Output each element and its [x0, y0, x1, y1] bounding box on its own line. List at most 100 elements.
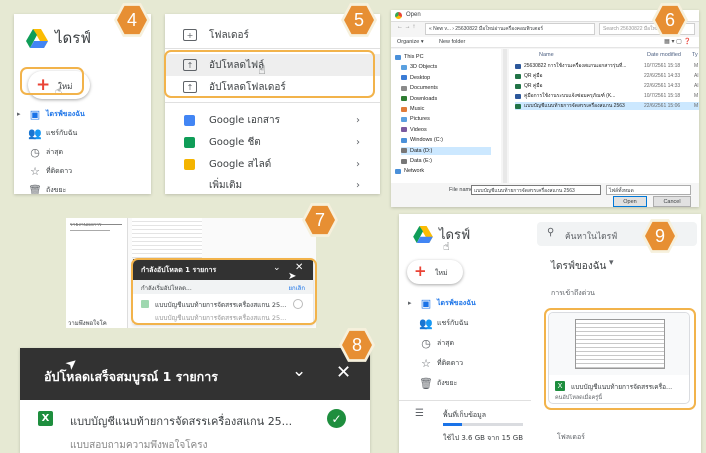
cancel-button[interactable]: Cancel	[653, 196, 691, 207]
nav-tree-label: Downloads	[410, 95, 438, 102]
open-button[interactable]: Open	[613, 196, 647, 207]
sidebar-item[interactable]: 👥 แชร์กับฉัน	[415, 312, 468, 334]
cancel-button-label: Cancel	[663, 198, 681, 205]
storage-bar	[443, 423, 523, 426]
file-type: M	[694, 103, 699, 109]
nav-tree-label: Windows (C:)	[410, 137, 444, 144]
menu-google-app[interactable]: Google ชีต ›	[165, 131, 380, 153]
sidebar-item-label: ที่ติดดาว	[437, 358, 464, 367]
menu-google-app[interactable]: Google เอกสาร ›	[165, 109, 380, 131]
google-app-icon	[184, 136, 195, 148]
nav-tree-item[interactable]: 3D Objects	[401, 63, 437, 71]
cursor-hand-icon: ☝	[443, 240, 450, 253]
file-date: 22/6/2561 14:33	[644, 83, 681, 89]
nav-tree-label: Network	[404, 168, 425, 175]
menu-divider	[165, 48, 380, 49]
file-type: M	[694, 93, 699, 99]
file-icon	[515, 93, 521, 99]
folder-icon	[401, 106, 407, 112]
sidebar-item-label: ไดรฟ์ของฉัน	[437, 298, 476, 307]
file-name: 25630822 การใช้งานเครื่องสแกนเอกสารรุ่นท…	[524, 63, 627, 69]
file-date: 10/7/2561 15:18	[644, 93, 681, 99]
menu-more[interactable]: เพิ่มเติม ›	[165, 174, 380, 194]
new-folder-icon: +	[183, 29, 197, 41]
sidebar-item[interactable]: 🗑 ถังขยะ	[415, 372, 457, 394]
address-text: « New v... › 25630822 มือใหม่อ่านเครื่อง…	[429, 26, 544, 32]
trash-icon: 🗑	[28, 183, 42, 195]
nav-tree-label: This PC	[404, 54, 424, 60]
tree-scrollbar[interactable]	[503, 49, 507, 183]
file-icon	[515, 103, 521, 109]
expand-arrow-icon[interactable]: ▸	[17, 110, 21, 118]
search-icon: ⚲	[547, 227, 555, 238]
new-menu-panel: + โฟลเดอร์ ↑ อัปโหลดไฟล์ ☝ ↑ อัปโหลดโฟลเ…	[165, 14, 380, 194]
nav-tree-item[interactable]: Network	[395, 167, 424, 175]
file-name: QR คู่มือ	[524, 73, 543, 79]
google-app-icon	[184, 158, 195, 170]
filetype-select[interactable]: ไฟล์ทั้งหมด	[606, 185, 691, 195]
shared-icon: 👥	[419, 316, 433, 330]
trash-icon: 🗑	[419, 376, 433, 390]
nav-tree-item[interactable]: Documents	[401, 84, 438, 92]
file-row[interactable]: QR คู่มือ 22/6/2561 14:33 Al	[515, 82, 699, 90]
close-icon[interactable]: ✕	[336, 362, 351, 383]
col-date[interactable]: Date modified	[647, 52, 681, 58]
chevron-right-icon: ›	[356, 158, 360, 170]
col-name[interactable]: Name	[539, 52, 554, 58]
search-placeholder: ค้นหาในไดรฟ์	[565, 232, 618, 242]
view-options-icon[interactable]: ▦ ▾ ▢ ❓	[664, 38, 691, 45]
chevron-down-icon[interactable]: ▾	[609, 258, 614, 268]
nav-tree-item[interactable]: Windows (C:)	[401, 136, 443, 144]
storage-label: พื้นที่เก็บข้อมูล	[443, 411, 486, 419]
storage-used-text: ใช้ไป 3.6 GB จาก 15 GB	[443, 434, 524, 442]
nav-tree-item[interactable]: Downloads	[401, 95, 437, 103]
file-type: Al	[694, 73, 699, 79]
highlight-upload-progress	[131, 258, 317, 325]
my-drive-icon: ▣	[29, 107, 41, 121]
new-button[interactable]: + ใหม่	[407, 260, 463, 284]
file-date: 22/6/2561 15:06	[644, 103, 681, 109]
sidebar-item[interactable]: ◷ ล่าสุด	[415, 332, 454, 354]
nav-tree-item[interactable]: This PC	[395, 53, 424, 61]
filename-input[interactable]: แบบบัญชีแนบท้ายการจัดสรรเครื่องสแกน 2563	[471, 185, 601, 195]
doc-thumbnail-left: วามพึงพอใจโค	[66, 218, 128, 328]
file-row[interactable]: คู่มือการใช้งานระบบแจ้งซ่อมครุภัณฑ์ (K..…	[515, 92, 699, 100]
sidebar-item[interactable]: 🗑 ถังขยะ	[24, 179, 66, 195]
drive-logo-row: ไดรฟ์	[413, 224, 470, 245]
cursor-arrow-icon: ➤	[288, 271, 297, 282]
dialog-title: Open	[406, 12, 421, 18]
sidebar-divider	[399, 400, 531, 401]
sidebar-item[interactable]: ▸ ▣ ไดรฟ์ของฉัน	[408, 292, 476, 314]
nav-tree-item[interactable]: Desktop	[401, 74, 430, 82]
sidebar-item[interactable]: ☆ ที่ติดดาว	[415, 352, 463, 374]
folder-icon	[395, 54, 401, 60]
folder-icon	[395, 168, 401, 174]
star-icon: ☆	[30, 164, 40, 178]
nav-tree-item[interactable]: Music	[401, 105, 424, 113]
folder-icon	[401, 148, 407, 154]
organize-button[interactable]: Organize ▾	[397, 39, 424, 45]
plus-icon: +	[414, 262, 427, 280]
chevron-down-icon[interactable]: ⌄	[292, 361, 306, 381]
doc-bg-text: รายงานผลการ	[70, 222, 102, 228]
nav-tree-item[interactable]: Data (D:)	[401, 146, 491, 155]
folder-icon	[401, 85, 407, 91]
nav-tree-item[interactable]: Data (E:)	[401, 157, 432, 165]
col-type[interactable]: Ty	[692, 52, 698, 58]
new-folder-button[interactable]: New folder	[439, 39, 465, 45]
nav-tree-item[interactable]: Videos	[401, 126, 427, 134]
my-drive-heading[interactable]: ไดรฟ์ของฉัน	[551, 259, 606, 274]
nav-tree-item[interactable]: Pictures	[401, 115, 430, 123]
file-row[interactable]: แบบบัญชีแนบท้ายการจัดสรรเครื่องสแกน 2563…	[515, 102, 699, 110]
nav-tree-label: Music	[410, 106, 425, 112]
menu-google-app[interactable]: Google สไลด์ ›	[165, 153, 380, 175]
address-bar[interactable]: « New v... › 25630822 มือใหม่อ่านเครื่อง…	[425, 23, 595, 35]
highlight-uploaded-card	[544, 308, 696, 410]
sheet-file-icon: X	[38, 411, 53, 426]
menu-google-app-label: Google ชีต	[209, 136, 261, 148]
file-type: M	[694, 63, 699, 69]
expand-arrow-icon[interactable]: ▸	[408, 299, 412, 307]
filetype-value: ไฟล์ทั้งหมด	[609, 188, 634, 194]
file-row[interactable]: QR คู่มือ 22/6/2561 14:33 Al	[515, 72, 699, 80]
file-row[interactable]: 25630822 การใช้งานเครื่องสแกนเอกสารรุ่นท…	[515, 62, 699, 70]
